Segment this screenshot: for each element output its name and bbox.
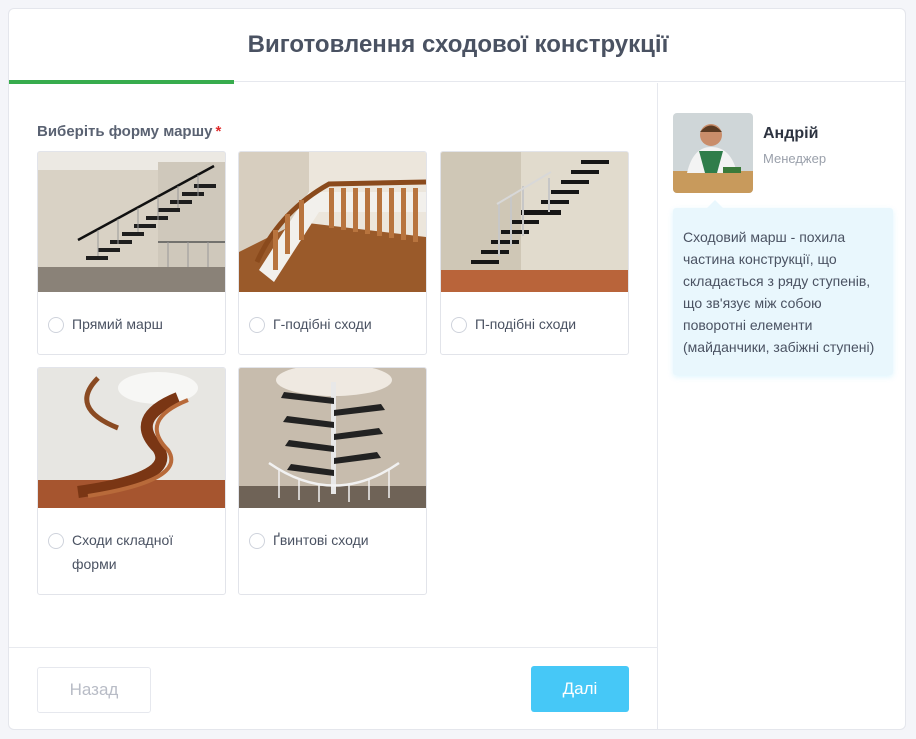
- question-pane: Виберіть форму маршу * Прямий марш Г-под…: [9, 83, 658, 729]
- option-complex-stair[interactable]: Сходи складної форми: [37, 367, 226, 595]
- option-caption: Ґвинтові сходи: [249, 532, 420, 552]
- option-l-shaped-stair[interactable]: Г-подібні сходи: [238, 151, 427, 355]
- back-button[interactable]: Назад: [37, 667, 151, 713]
- option-caption: Прямий марш: [48, 316, 219, 336]
- required-mark: *: [215, 123, 222, 140]
- complex-stair-image: [38, 368, 225, 508]
- footer: Назад Далі: [9, 647, 658, 729]
- option-label: П-подібні сходи: [475, 316, 577, 332]
- tip-bubble: Сходовий марш - похила частина конструкц…: [673, 200, 893, 375]
- radio-button[interactable]: [451, 317, 467, 333]
- option-caption: Сходи складної форми: [48, 532, 219, 576]
- radio-button[interactable]: [249, 533, 265, 549]
- page-title: Виготовлення сходової конструкції: [247, 31, 669, 58]
- option-label: Прямий марш: [72, 316, 163, 332]
- option-straight-stair[interactable]: Прямий марш: [37, 151, 226, 355]
- manager-pane: Андрій Менеджер Сходовий марш - похила ч…: [658, 83, 905, 729]
- option-spiral-stair[interactable]: Ґвинтові сходи: [238, 367, 427, 595]
- option-caption: П-подібні сходи: [451, 316, 622, 336]
- option-u-shaped-stair[interactable]: П-подібні сходи: [440, 151, 629, 355]
- radio-button[interactable]: [48, 533, 64, 549]
- l-shaped-stair-image: [239, 152, 426, 292]
- option-label: Ґвинтові сходи: [273, 532, 369, 548]
- straight-stair-image: [38, 152, 225, 292]
- quiz-card: Виготовлення сходової конструкції Вибері…: [8, 8, 906, 730]
- question-label: Виберіть форму маршу *: [37, 123, 221, 140]
- option-label: Сходи складної форми: [72, 532, 174, 572]
- manager-role: Менеджер: [763, 151, 827, 166]
- header: Виготовлення сходової конструкції: [9, 9, 905, 82]
- option-label: Г-подібні сходи: [273, 316, 372, 332]
- tip-text: Сходовий марш - похила частина конструкц…: [683, 229, 875, 355]
- option-caption: Г-подібні сходи: [249, 316, 420, 336]
- u-shaped-stair-image: [441, 152, 628, 292]
- spiral-stair-image: [239, 368, 426, 508]
- avatar: [673, 113, 753, 193]
- radio-button[interactable]: [48, 317, 64, 333]
- radio-button[interactable]: [249, 317, 265, 333]
- next-button[interactable]: Далі: [531, 666, 629, 712]
- question-text: Виберіть форму маршу: [37, 123, 213, 140]
- manager-name: Андрій: [763, 125, 819, 142]
